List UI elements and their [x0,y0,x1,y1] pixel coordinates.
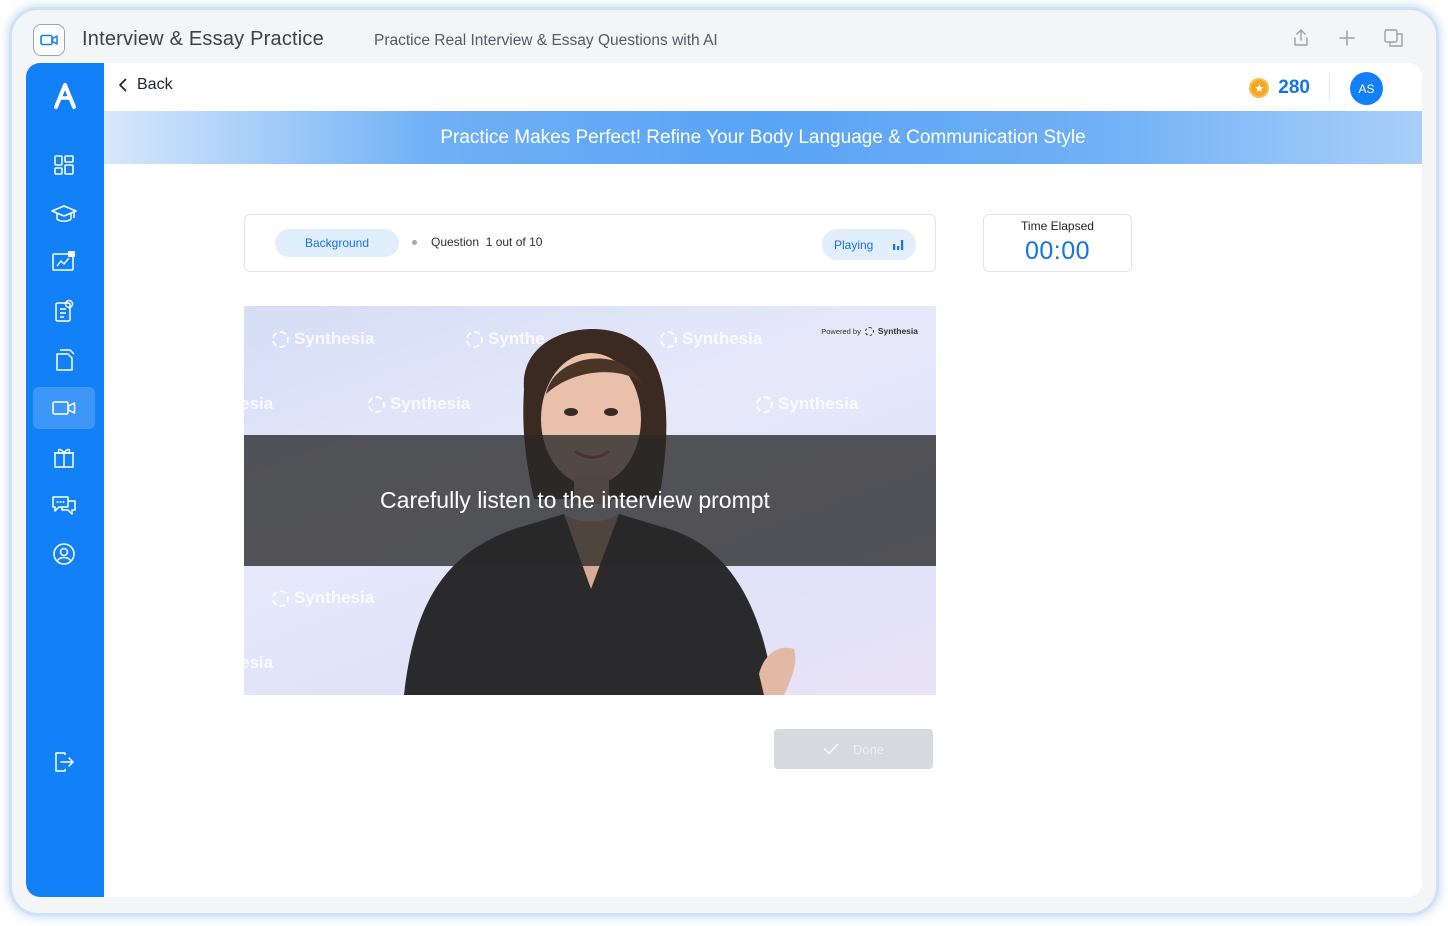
user-circle-icon [53,543,75,565]
question-count: 1 out of 10 [485,235,543,249]
brand-logo-icon[interactable] [50,81,80,111]
avatar[interactable]: AS [1350,72,1383,105]
question-prefix: Question [431,235,480,249]
done-label: Done [852,741,885,757]
dashboard-icon [54,155,74,175]
video-player[interactable]: Synthesia Synthe Synthesia esia Synthesi… [244,306,936,695]
titlebar: Interview & Essay Practice Practice Real… [12,10,1436,66]
watermark: Synthesia [272,588,374,608]
app-title: Interview & Essay Practice [82,28,324,50]
points-display: ★ 280 [1249,77,1310,99]
watermark: esia [244,394,274,413]
coin-star-icon: ★ [1249,78,1270,98]
sidebar-item-rewards[interactable] [33,436,95,478]
chat-bubbles-icon [52,496,76,515]
video-camera-app-icon [33,24,65,56]
timer-value: 00:00 [1024,237,1091,265]
presentation-board-icon [52,251,75,271]
app-frame: Interview & Essay Practice Practice Real… [12,10,1436,913]
chevron-left-icon [119,78,127,92]
time-elapsed-card: Time Elapsed 00:00 [983,214,1132,272]
playing-label: Playing [834,237,874,252]
graduation-cap-icon [51,205,77,222]
question-card: Background Question 1 out of 10 Playing [244,214,936,272]
separator-dot [412,240,417,245]
question-progress: Question 1 out of 10 [431,235,542,249]
motivation-banner: Practice Makes Perfect! Refine Your Body… [104,111,1422,164]
playing-status-badge[interactable]: Playing [822,229,916,260]
topbar-divider [1329,73,1330,101]
logout-icon [55,752,74,772]
watermark: Synthesia [272,329,374,349]
sidebar-item-documents[interactable] [33,339,95,381]
sidebar-item-dashboard[interactable] [33,144,95,186]
prompt-overlay: Carefully listen to the interview prompt [244,435,936,566]
app-subtitle: Practice Real Interview & Essay Question… [374,32,718,49]
sidebar-item-courses[interactable] [33,193,95,235]
sidebar-item-video-interview[interactable] [33,387,95,429]
points-value: 280 [1278,77,1310,98]
share-icon[interactable] [1290,27,1312,49]
clipboard-icon [55,299,74,322]
checkmark-icon [823,743,839,755]
video-camera-icon [52,401,76,415]
prompt-text: Carefully listen to the interview prompt [380,487,770,513]
tab-background[interactable]: Background [275,229,399,257]
sidebar-item-lessons[interactable] [33,241,95,283]
main-window: Back ★ 280 AS Practice Makes Perfect! Re… [26,63,1422,897]
topbar: Back ★ 280 AS [104,63,1422,111]
back-label: Back [137,76,173,93]
gift-icon [54,448,74,468]
synthesia-logo-icon [864,326,874,336]
back-button[interactable]: Back [118,76,173,94]
sidebar-item-messages[interactable] [33,484,95,526]
audio-bars-icon [893,240,904,250]
sidebar-item-logout[interactable] [33,741,95,783]
watermark: esia [244,653,274,672]
done-button[interactable]: Done [774,729,933,769]
copy-window-icon[interactable] [1382,27,1404,49]
sidebar [26,63,104,897]
documents-icon [56,349,75,371]
timer-label: Time Elapsed [1021,219,1094,233]
plus-icon[interactable] [1336,27,1358,49]
powered-by-synthesia: Powered by Synthesia [821,326,918,336]
sidebar-item-assignments[interactable] [33,290,95,332]
sidebar-item-profile[interactable] [33,533,95,575]
